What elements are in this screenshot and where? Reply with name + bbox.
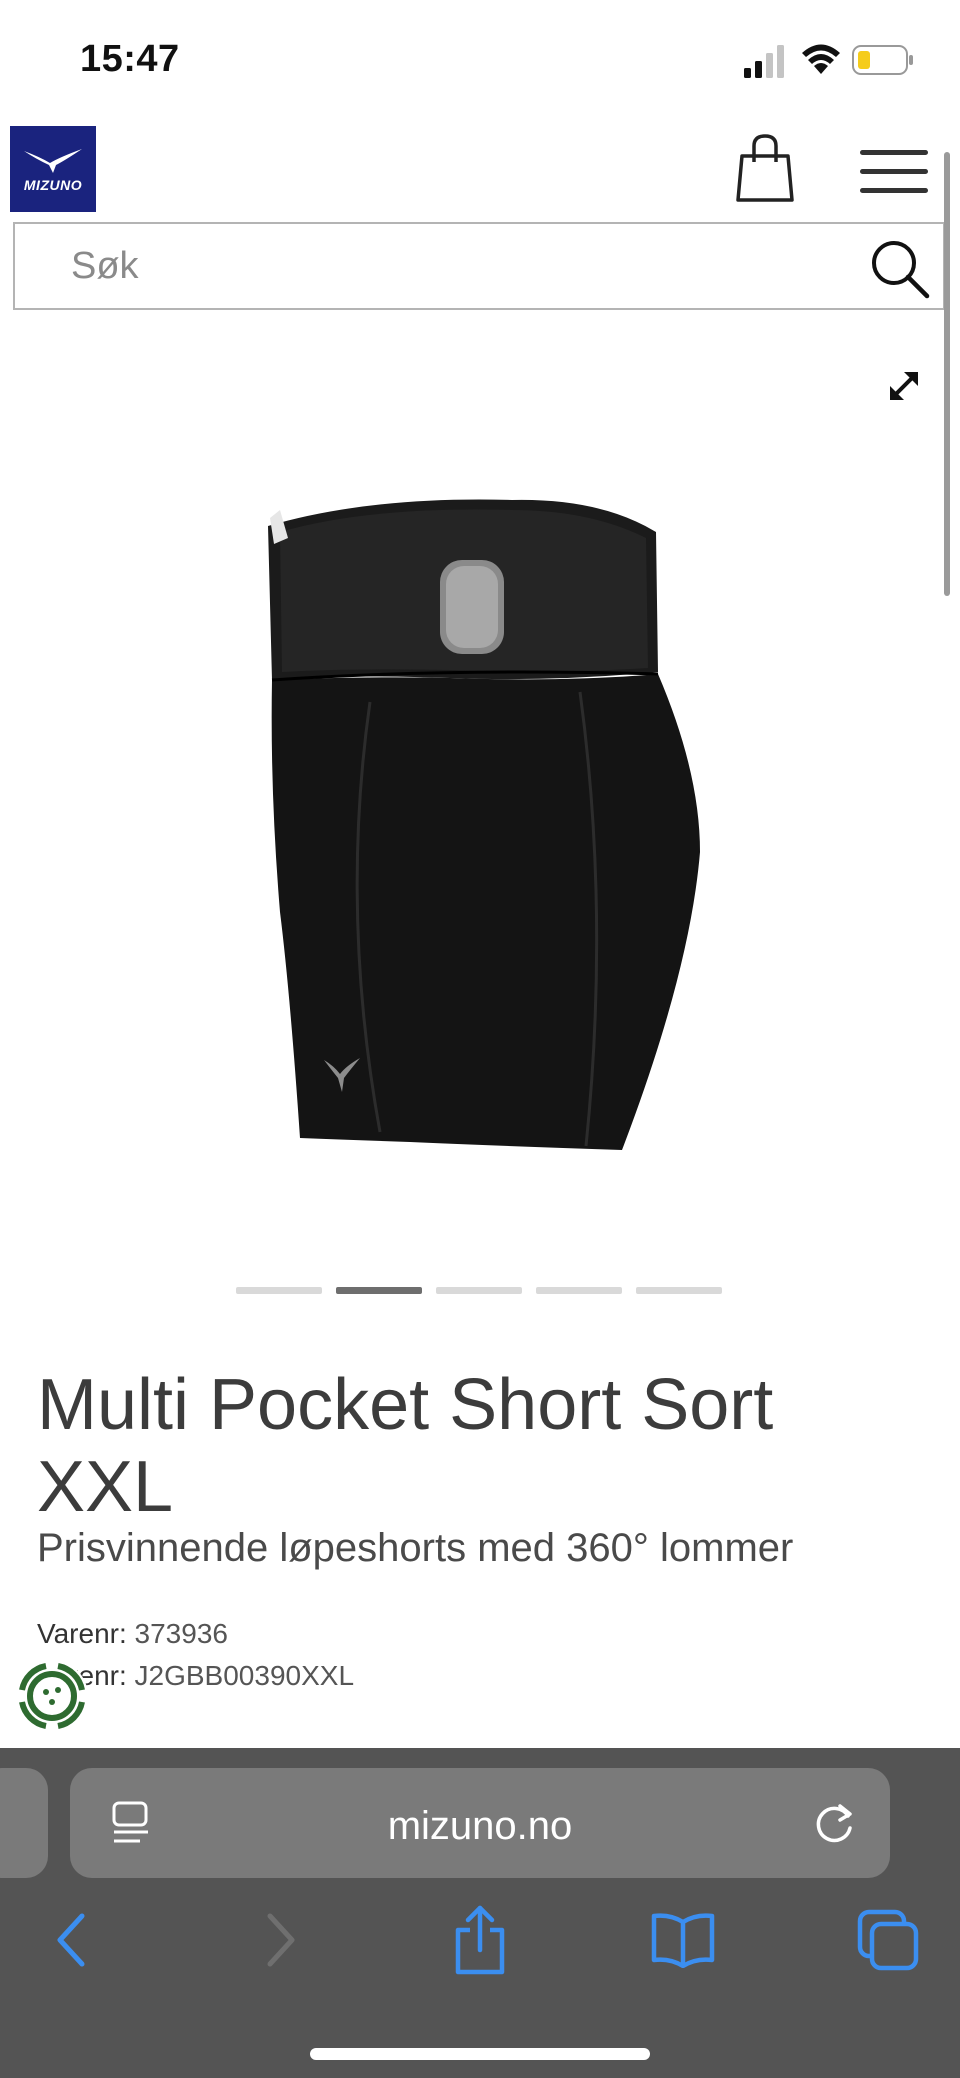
cellular-signal-icon [744, 45, 784, 78]
logo-text: MIZUNO [23, 177, 83, 193]
reload-icon[interactable] [812, 1800, 858, 1846]
wifi-icon [802, 44, 840, 74]
mizuno-logo[interactable]: MIZUNO [10, 126, 96, 212]
carousel-dot[interactable] [636, 1287, 722, 1294]
runbird-logo-icon [24, 149, 82, 173]
carousel-dot[interactable] [536, 1287, 622, 1294]
carousel-dot[interactable] [236, 1287, 322, 1294]
search-icon[interactable] [869, 238, 931, 300]
article-number-value: 373936 [134, 1618, 228, 1649]
product-image[interactable] [250, 492, 710, 1152]
image-carousel-indicator [236, 1287, 726, 1295]
carousel-dot-active[interactable] [336, 1287, 422, 1294]
expand-image-icon[interactable] [884, 366, 924, 406]
status-time: 15:47 [80, 38, 180, 80]
battery-icon [852, 45, 913, 75]
status-bar: 15:47 [0, 0, 960, 120]
hamburger-menu-icon[interactable] [860, 148, 928, 196]
article-code-value: J2GBB00390XXL [134, 1660, 355, 1691]
back-arrow-icon[interactable] [52, 1910, 92, 1970]
shopping-bag-icon[interactable] [736, 132, 794, 204]
sustainability-badge-icon[interactable] [16, 1660, 88, 1732]
tabs-icon[interactable] [856, 1908, 920, 1972]
carousel-dot[interactable] [436, 1287, 522, 1294]
forward-arrow-icon[interactable] [260, 1910, 300, 1970]
article-number: Varenr: 373936 [37, 1618, 228, 1650]
product-subtitle: Prisvinnende løpeshorts med 360° lommer [37, 1526, 794, 1570]
article-number-label: Varenr: [37, 1618, 127, 1649]
share-icon[interactable] [450, 1904, 510, 1976]
page-scrollbar[interactable] [944, 152, 950, 596]
search-input[interactable] [71, 244, 851, 288]
search-bar [13, 222, 945, 310]
bookmarks-icon[interactable] [650, 1912, 716, 1968]
product-title: Multi Pocket Short Sort XXL [37, 1365, 774, 1527]
home-indicator[interactable] [310, 2048, 650, 2060]
